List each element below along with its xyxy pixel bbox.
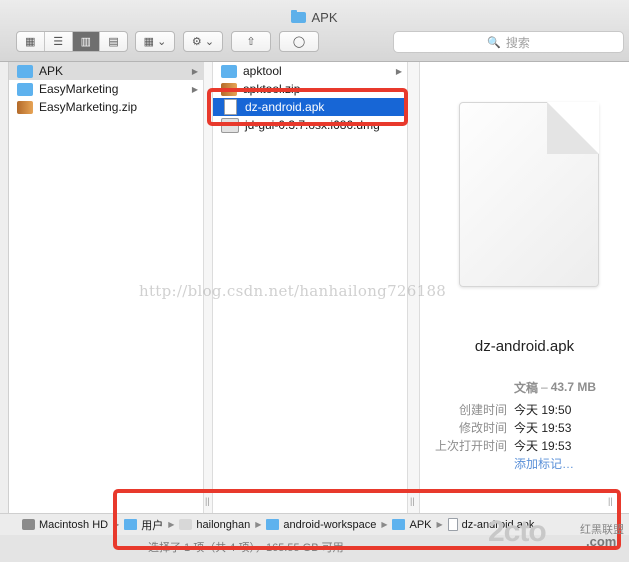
folder-icon: [17, 82, 33, 96]
tag-icon: ◯: [292, 36, 306, 48]
arrange-icon: ▦ ⌄: [143, 36, 167, 48]
add-tags-row: 添加标记…: [420, 454, 621, 472]
search-placeholder: 搜索: [505, 35, 530, 50]
zip-icon: [17, 100, 33, 114]
share-icon: ⇧: [246, 36, 256, 48]
path-label: Macintosh HD: [39, 518, 109, 531]
kind-label: 文稿: [514, 380, 539, 395]
item-label: apktool: [243, 64, 282, 78]
highlight-box-selected-file: [207, 88, 408, 126]
meta-value: 今天 19:53: [514, 438, 572, 453]
meta-key: 上次打开时间: [434, 438, 507, 453]
icon-view-button[interactable]: ▦: [17, 32, 45, 51]
folder-icon: [17, 64, 33, 78]
meta-value: 今天 19:53: [514, 420, 572, 435]
gear-icon: ⚙ ⌄: [191, 36, 215, 48]
folder-icon: [221, 64, 237, 78]
disk-icon: [22, 519, 35, 530]
list-item-apktool[interactable]: apktool ▶: [213, 62, 407, 80]
folder-icon: [291, 10, 307, 23]
opened-row: 上次打开时间 今天 19:53: [420, 436, 621, 454]
item-label: APK: [39, 64, 64, 78]
item-label: EasyMarketing: [39, 82, 119, 96]
logo-domain: .com: [586, 534, 617, 549]
modified-row: 修改时间 今天 19:53: [420, 418, 621, 436]
meta-key: 创建时间: [458, 402, 507, 417]
item-label: EasyMarketing.zip: [39, 100, 138, 114]
kind-row: 文稿 –43.7 MB: [514, 380, 597, 395]
share-button[interactable]: ⇧: [231, 31, 271, 52]
chevron-right-icon: ▶: [395, 66, 402, 76]
logo-main-text: 2cto: [488, 515, 547, 548]
preview-metadata: 文稿 –43.7 MB 创建时间 今天 19:50 修改时间 今天 19:53 上次打…: [420, 378, 621, 472]
watermark-text: http://blog.csdn.net/hanhailong726188: [139, 282, 447, 300]
tags-button[interactable]: ◯: [279, 31, 319, 52]
toolbar: APK ▦ ☰ ▥ ▤ ▦ ⌄ ⚙ ⌄ ⇧ ◯ 🔍 搜索: [0, 0, 629, 62]
arrange-button[interactable]: ▦ ⌄: [135, 31, 175, 52]
created-row: 创建时间 今天 19:50: [420, 400, 621, 418]
action-button[interactable]: ⚙ ⌄: [183, 31, 223, 52]
column-view-button[interactable]: ▥: [72, 32, 101, 51]
sidebar-edge[interactable]: [0, 62, 9, 513]
document-preview-icon: [459, 102, 599, 287]
list-item-easymarketing-zip[interactable]: EasyMarketing.zip: [9, 98, 203, 116]
list-item-easymarketing[interactable]: EasyMarketing ▶: [9, 80, 203, 98]
window-title: APK: [0, 10, 629, 25]
window-title-text: APK: [311, 10, 338, 25]
list-item-apk[interactable]: APK ▶: [9, 62, 203, 80]
search-icon: 🔍: [487, 36, 501, 49]
meta-value: 今天 19:50: [514, 402, 572, 417]
chevron-right-icon: ▶: [191, 84, 198, 94]
preview-file-name: dz-android.apk: [474, 338, 575, 355]
coverflow-view-button[interactable]: ▤: [100, 32, 127, 51]
list-view-button[interactable]: ☰: [45, 32, 73, 51]
meta-key: 修改时间: [458, 420, 507, 435]
add-tags-link[interactable]: 添加标记…: [514, 455, 574, 472]
search-field[interactable]: 🔍 搜索: [393, 31, 624, 53]
chevron-right-icon: ▶: [191, 66, 198, 76]
site-logo: 2cto 红黑联盟 .com: [488, 515, 629, 555]
size-value: 43.7 MB: [550, 380, 597, 394]
view-mode-control[interactable]: ▦ ☰ ▥ ▤: [16, 31, 128, 52]
path-item-macintosh-hd[interactable]: Macintosh HD: [22, 519, 108, 531]
